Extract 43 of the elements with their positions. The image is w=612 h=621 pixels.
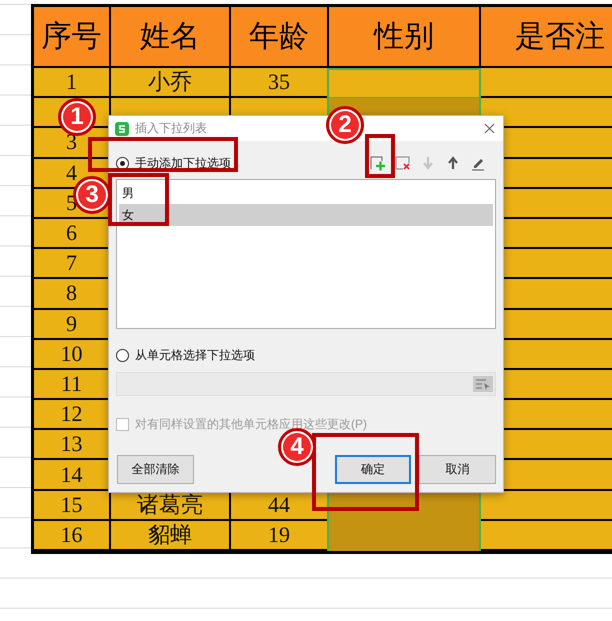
list-item[interactable]: 女 [119, 204, 493, 226]
table-cell: 35 [231, 68, 329, 98]
table-cell: 11 [34, 370, 111, 400]
radio-button[interactable] [116, 156, 129, 170]
radio-label: 从单元格选择下拉选项 [135, 348, 255, 362]
table-cell: 10 [34, 340, 111, 370]
cancel-button[interactable]: 取消 [419, 455, 496, 484]
column-header: 年龄 [231, 7, 329, 68]
ok-button[interactable]: 确定 [334, 455, 412, 484]
arrow-up-icon [447, 156, 459, 170]
column-header: 是否注 [481, 7, 612, 68]
table-cell: 12 [34, 400, 111, 430]
close-icon[interactable] [484, 123, 495, 134]
delete-button[interactable] [394, 154, 412, 172]
table-cell: 19 [231, 520, 329, 551]
table-cell: 貂蝉 [111, 520, 231, 551]
column-header: 序号 [34, 7, 111, 68]
active-cell[interactable] [327, 68, 481, 98]
table-cell: 9 [34, 310, 111, 340]
add-button[interactable] [369, 154, 387, 172]
checkbox-label: 对有同样设置的其他单元格应用这些更改(P) [135, 417, 367, 431]
column-header: 姓名 [111, 7, 231, 68]
table-cell: 7 [34, 249, 111, 280]
selected-cell[interactable] [327, 520, 481, 551]
table-cell: 14 [34, 460, 111, 491]
arrow-down-icon [422, 156, 434, 170]
table-cell: 诸葛亮 [111, 490, 231, 521]
radio-button[interactable] [116, 348, 129, 362]
table-cell: 13 [34, 430, 111, 460]
window-title: 插入下拉列表 [135, 120, 207, 137]
column-header: 性别 [329, 7, 481, 68]
table-cell: 8 [34, 279, 111, 310]
table-cell: 16 [34, 520, 111, 551]
table-cell: 1 [34, 68, 111, 98]
list-item[interactable]: 男 [119, 182, 493, 204]
app-icon [115, 122, 129, 136]
clear-all-button[interactable]: 全部清除 [117, 455, 194, 484]
table-cell: 15 [34, 490, 111, 521]
table-cell: 小乔 [111, 68, 231, 98]
add-item-icon [370, 155, 386, 171]
highlight-frame [365, 134, 395, 178]
delete-item-icon [395, 155, 411, 171]
table-cell: 6 [34, 218, 111, 250]
